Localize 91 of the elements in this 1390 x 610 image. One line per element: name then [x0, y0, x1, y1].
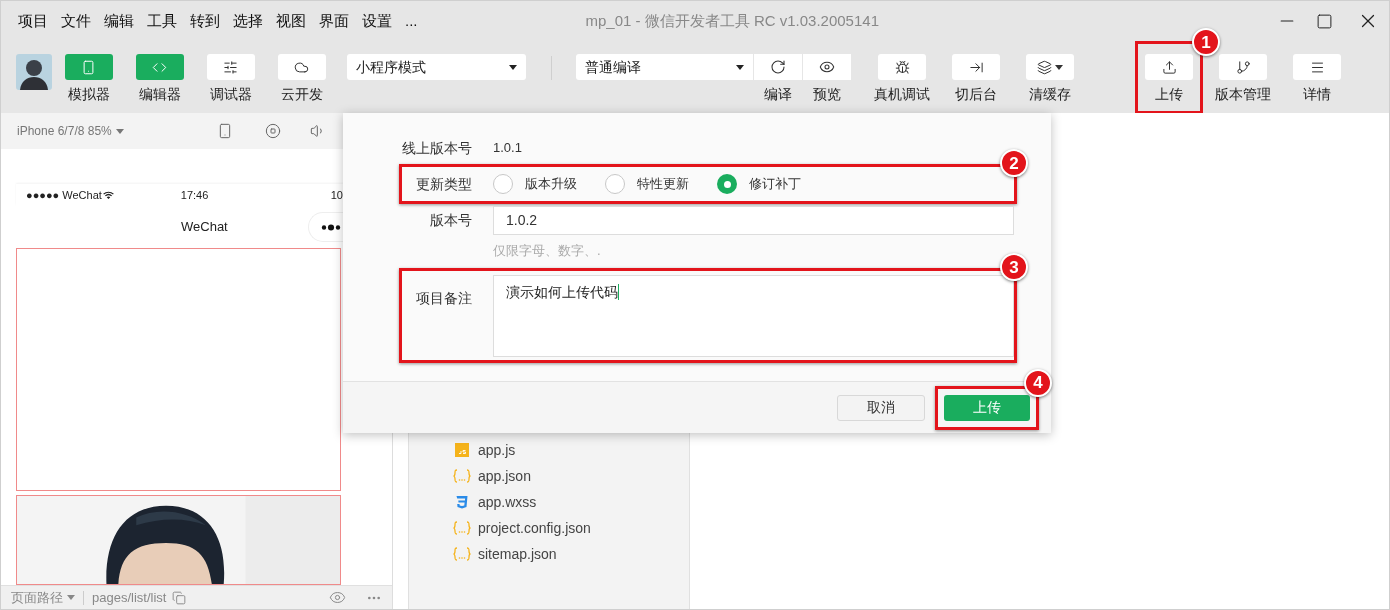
version-input[interactable]: 1.0.2 [493, 205, 1014, 235]
toolbar-label: 切后台 [955, 87, 997, 101]
toolbar-label: 编译 [764, 87, 792, 101]
menu-item[interactable]: 项目 [18, 9, 48, 33]
toolbar-label: 清缓存 [1029, 87, 1071, 101]
toolbar-button[interactable] [206, 54, 255, 80]
bug-icon [894, 59, 910, 75]
device-select[interactable]: iPhone 6/7/8 85% [17, 122, 124, 140]
field-label: 更新类型 [415, 174, 472, 194]
menu-item[interactable]: 设置 [362, 9, 392, 33]
file-item[interactable]: app.json [409, 463, 689, 489]
menu-item[interactable]: 文件 [61, 9, 91, 33]
window-title: mp_01 - 微信开发者工具 RC v1.03.2005141 [585, 10, 879, 31]
toolbar-button[interactable] [878, 54, 926, 80]
field-label: 项目备注 [415, 289, 472, 308]
menu-item[interactable]: 视图 [276, 9, 306, 33]
menu-item[interactable]: ... [405, 9, 418, 33]
carrier-text: ●●●●● WeChat [26, 187, 102, 203]
js-file-icon [455, 443, 469, 457]
phone-icon [81, 59, 96, 75]
copy-icon[interactable] [172, 590, 187, 605]
file-item[interactable]: sitemap.json [409, 541, 689, 567]
toolbar-label: 详情 [1303, 87, 1331, 101]
cloud-icon [294, 59, 309, 75]
braces-file-icon [453, 521, 471, 535]
radio-button[interactable] [605, 174, 625, 194]
online-version-value: 1.0.1 [493, 139, 522, 158]
callout-badge: 3 [1000, 253, 1028, 281]
eye-icon [819, 59, 835, 75]
field-label: 版本号 [429, 210, 472, 230]
note-field[interactable]: 演示如何上传代码 [493, 275, 1014, 357]
toolbar-button[interactable] [803, 54, 851, 80]
toolbar-label: 编辑器 [138, 87, 181, 101]
menu-item[interactable]: 选择 [233, 9, 263, 33]
menu-item[interactable]: 转到 [190, 9, 220, 33]
eye-icon[interactable] [329, 589, 346, 606]
css-file-icon [455, 495, 469, 509]
file-item[interactable]: app.js [409, 437, 689, 463]
clock-text: 17:46 [180, 187, 209, 203]
nav-title: WeChat [181, 218, 228, 237]
branch-icon [1235, 59, 1251, 75]
compile-select[interactable]: 普通编译 [576, 54, 753, 80]
menu-item[interactable]: 工具 [147, 9, 177, 33]
wifi-icon [102, 191, 114, 199]
avatar[interactable] [16, 54, 52, 90]
field-label: 线上版本号 [402, 138, 472, 158]
sliders-icon [223, 59, 238, 75]
file-item[interactable]: app.wxss [409, 489, 689, 515]
toolbar-button[interactable] [1026, 54, 1074, 80]
hint-text: 仅限字母、数字、. [493, 242, 601, 261]
radio-label: 特性更新 [637, 175, 689, 194]
toolbar-button[interactable] [1145, 54, 1193, 80]
battery-text: 10 [330, 187, 343, 203]
caret-icon [67, 595, 75, 600]
radio-label: 修订补丁 [749, 175, 801, 194]
stop-icon[interactable] [264, 123, 281, 139]
text-caret [618, 284, 619, 300]
menu-item[interactable]: 界面 [319, 9, 349, 33]
radio-button[interactable] [493, 174, 513, 194]
maximize-icon[interactable] [1316, 12, 1333, 30]
radio-button[interactable] [717, 174, 737, 194]
callout-badge: 4 [1024, 368, 1052, 397]
toolbar-label: 预览 [813, 87, 841, 101]
caret-icon [115, 128, 124, 134]
toolbar-label: 上传 [1155, 87, 1183, 101]
toolbar-label: 真机调试 [874, 87, 930, 101]
file-item[interactable]: project.config.json [409, 515, 689, 541]
upload-icon [1161, 59, 1177, 75]
callout-badge: 1 [1192, 28, 1220, 56]
toolbar-label: 云开发 [280, 87, 323, 101]
dots-icon [321, 223, 341, 231]
callout-badge: 2 [1000, 149, 1028, 177]
menu-item[interactable]: 编辑 [104, 9, 134, 33]
toolbar-label: 模拟器 [67, 87, 110, 101]
toolbar-button[interactable] [754, 54, 802, 80]
menu-icon [1309, 59, 1325, 75]
toolbar-button[interactable] [277, 54, 326, 80]
layers-icon [1037, 59, 1052, 75]
caret-icon [509, 64, 517, 70]
cancel-button[interactable]: 取消 [837, 394, 925, 421]
page-path: pages/list/list [92, 588, 167, 607]
toolbar-label: 版本管理 [1215, 87, 1271, 101]
braces-file-icon [453, 469, 471, 483]
toolbar-button[interactable] [1293, 54, 1341, 80]
refresh-icon [770, 59, 786, 75]
braces-file-icon [453, 547, 471, 561]
caret-icon [736, 64, 744, 70]
toolbar-button[interactable] [1219, 54, 1267, 80]
mode-select[interactable]: 小程序模式 [347, 54, 526, 80]
radio-label: 版本升级 [525, 175, 577, 194]
toolbar-label: 调试器 [209, 87, 252, 101]
